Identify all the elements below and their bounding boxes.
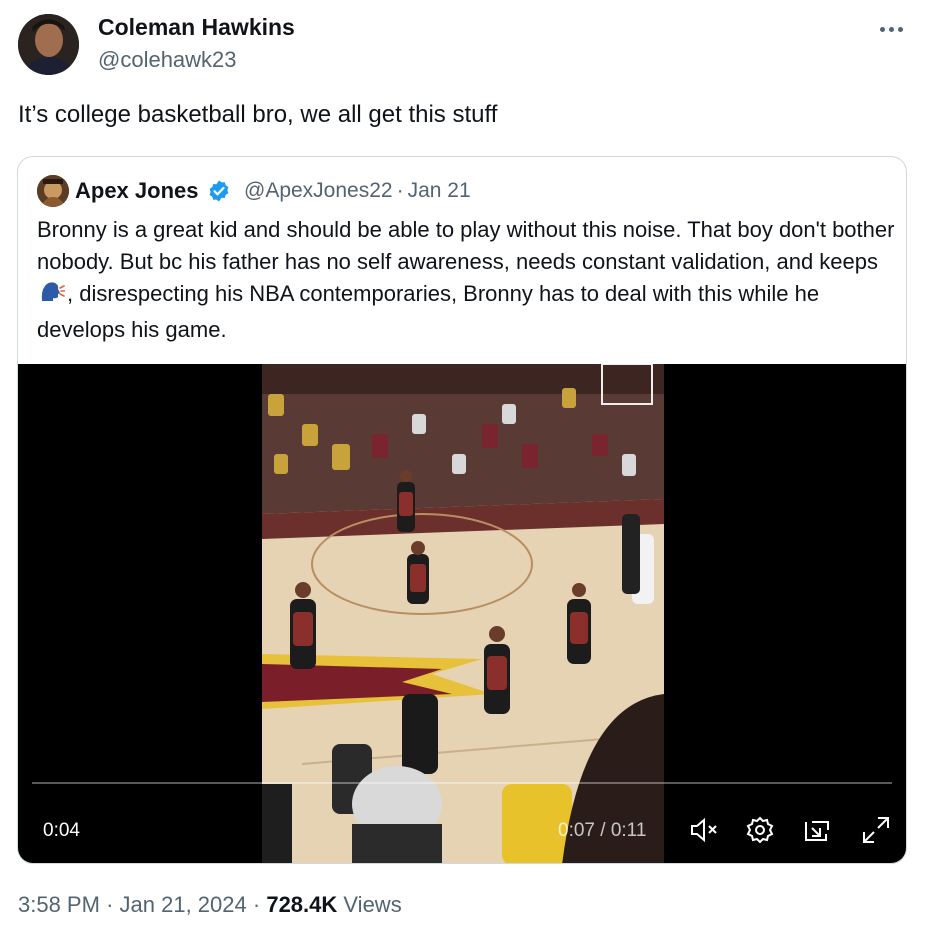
gear-icon[interactable]	[744, 814, 776, 846]
quote-text-part-2: , disrespecting his NBA contemporaries, …	[37, 281, 820, 342]
tweet-date[interactable]: Jan 21, 2024	[120, 892, 247, 917]
quote-date[interactable]: Jan 21	[408, 179, 471, 202]
more-dots-icon[interactable]	[873, 14, 909, 44]
quote-author-handle[interactable]: @ApexJones22	[244, 179, 393, 202]
quoted-tweet[interactable]: Apex Jones @ApexJones22 · Jan 21 Bronny is…	[17, 156, 907, 864]
speaking-head-icon	[39, 279, 66, 314]
video-frame[interactable]	[262, 364, 664, 863]
current-time: 0:04	[43, 820, 80, 841]
verified-badge-icon	[207, 179, 231, 203]
separator: ·	[252, 892, 261, 917]
video-player[interactable]: 0:04 0:07 / 0:11	[18, 364, 906, 863]
tweet-text: It’s college basketball bro, we all get …	[18, 101, 498, 128]
mute-icon[interactable]	[688, 814, 720, 846]
tweet-meta: 3:58 PM · Jan 21, 2024 · 728.4K Views	[18, 892, 402, 918]
quote-author-name[interactable]: Apex Jones	[75, 178, 199, 204]
picture-in-picture-icon[interactable]	[802, 814, 834, 846]
tweet-time[interactable]: 3:58 PM	[18, 892, 100, 917]
views-label: Views	[343, 892, 402, 917]
separator: ·	[396, 179, 404, 202]
total-time: 0:07 / 0:11	[558, 820, 647, 841]
video-progress-bar[interactable]	[32, 782, 892, 784]
separator: ·	[106, 892, 114, 917]
author-handle[interactable]: @colehawk23	[98, 47, 237, 73]
author-avatar[interactable]	[18, 14, 79, 75]
quote-meta: @ApexJones22 · Jan 21	[244, 179, 471, 203]
quote-text: Bronny is a great kid and should be able…	[37, 214, 897, 346]
views-count[interactable]: 728.4K	[266, 892, 337, 917]
quote-text-part-1: Bronny is a great kid and should be able…	[37, 217, 895, 274]
author-name[interactable]: Coleman Hawkins	[98, 14, 295, 41]
quote-author-avatar[interactable]	[37, 175, 69, 207]
fullscreen-icon[interactable]	[860, 814, 892, 846]
